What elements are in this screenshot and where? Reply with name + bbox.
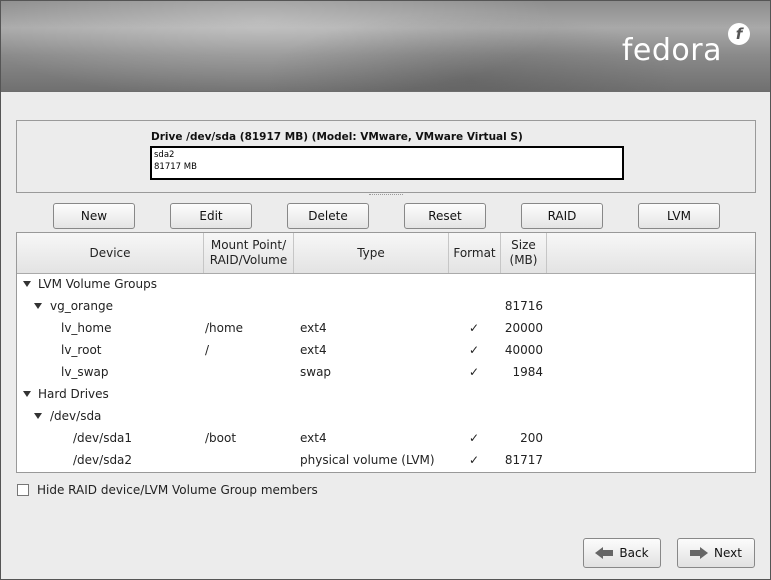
cell-mount: / (205, 343, 210, 357)
edit-button[interactable]: Edit (170, 203, 252, 229)
next-label: Next (714, 546, 742, 560)
table-row[interactable]: vg_orange 81716 (17, 296, 755, 318)
cell-mount: /home (205, 321, 244, 335)
expander-icon[interactable] (34, 299, 48, 313)
expander-icon[interactable] (23, 387, 37, 401)
table-row[interactable]: /dev/sda1 /boot ext4 ✓ 200 (17, 428, 755, 450)
back-label: Back (619, 546, 649, 560)
partition-table: Device Mount Point/ RAID/Volume Type For… (16, 232, 756, 473)
hide-members-option[interactable]: Hide RAID device/LVM Volume Group member… (17, 483, 318, 497)
arrow-left-icon (595, 547, 614, 559)
table-row[interactable]: lv_swap swap ✓ 1984 (17, 362, 755, 384)
expander-icon[interactable] (34, 409, 48, 423)
cell-size: 40000 (504, 343, 543, 357)
reset-button[interactable]: Reset (404, 203, 486, 229)
format-check-icon: ✓ (469, 321, 480, 335)
format-check-icon: ✓ (469, 365, 480, 379)
cell-type: swap (300, 365, 332, 379)
cell-size: 81716 (504, 299, 543, 313)
cell-size: 1984 (512, 365, 543, 379)
arrow-right-icon (690, 547, 709, 559)
cell-device: vg_orange (50, 299, 113, 313)
partition-segment-size: 81717 MB (154, 162, 197, 172)
cell-device: /dev/sda2 (73, 453, 133, 467)
format-check-icon: ✓ (469, 431, 480, 445)
lvm-button[interactable]: LVM (638, 203, 720, 229)
installer-window: fedora f Drive /dev/sda (81917 MB) (Mode… (0, 0, 771, 580)
fedora-logo-text: fedora (621, 33, 722, 68)
next-button[interactable]: Next (677, 538, 755, 568)
table-row[interactable]: /dev/sda2 physical volume (LVM) ✓ 81717 (17, 450, 755, 472)
drive-panel: Drive /dev/sda (81917 MB) (Model: VMware… (16, 120, 756, 193)
back-button[interactable]: Back (583, 538, 661, 568)
column-header-size[interactable]: Size (MB) (501, 233, 547, 273)
table-row[interactable]: LVM Volume Groups (17, 274, 755, 296)
drive-partition-bar[interactable]: sda2 81717 MB (150, 146, 624, 180)
cell-mount: /boot (205, 431, 237, 445)
column-header-device[interactable]: Device (17, 233, 204, 273)
cell-type: ext4 (300, 343, 327, 357)
fedora-banner: fedora f (1, 1, 770, 92)
raid-button[interactable]: RAID (521, 203, 603, 229)
pane-resize-handle[interactable] (369, 194, 403, 197)
cell-type: ext4 (300, 431, 327, 445)
table-row[interactable]: lv_root / ext4 ✓ 40000 (17, 340, 755, 362)
table-row[interactable]: Hard Drives (17, 384, 755, 406)
cell-size: 20000 (504, 321, 543, 335)
cell-device: Hard Drives (38, 387, 109, 401)
partition-segment-name: sda2 (154, 150, 175, 160)
drive-title: Drive /dev/sda (81917 MB) (Model: VMware… (151, 131, 523, 143)
delete-button[interactable]: Delete (287, 203, 369, 229)
cell-size: 81717 (504, 453, 543, 467)
expander-icon[interactable] (23, 277, 37, 291)
table-header: Device Mount Point/ RAID/Volume Type For… (17, 233, 755, 274)
cell-device: /dev/sda (50, 409, 102, 423)
cell-device: /dev/sda1 (73, 431, 133, 445)
table-row[interactable]: /dev/sda (17, 406, 755, 428)
hide-members-label: Hide RAID device/LVM Volume Group member… (37, 483, 318, 497)
cell-type: physical volume (LVM) (300, 453, 435, 467)
column-header-mount[interactable]: Mount Point/ RAID/Volume (204, 233, 294, 273)
format-check-icon: ✓ (469, 453, 480, 467)
hide-members-checkbox[interactable] (17, 484, 29, 496)
cell-size: 200 (520, 431, 543, 445)
cell-device: lv_root (61, 343, 102, 357)
new-button[interactable]: New (53, 203, 135, 229)
column-header-type[interactable]: Type (294, 233, 449, 273)
cell-type: ext4 (300, 321, 327, 335)
column-header-format[interactable]: Format (449, 233, 501, 273)
fedora-logo-icon: f (728, 23, 750, 45)
table-row[interactable]: lv_home /home ext4 ✓ 20000 (17, 318, 755, 340)
format-check-icon: ✓ (469, 343, 480, 357)
cell-device: lv_swap (61, 365, 109, 379)
cell-device: LVM Volume Groups (38, 277, 157, 291)
cell-device: lv_home (61, 321, 112, 335)
